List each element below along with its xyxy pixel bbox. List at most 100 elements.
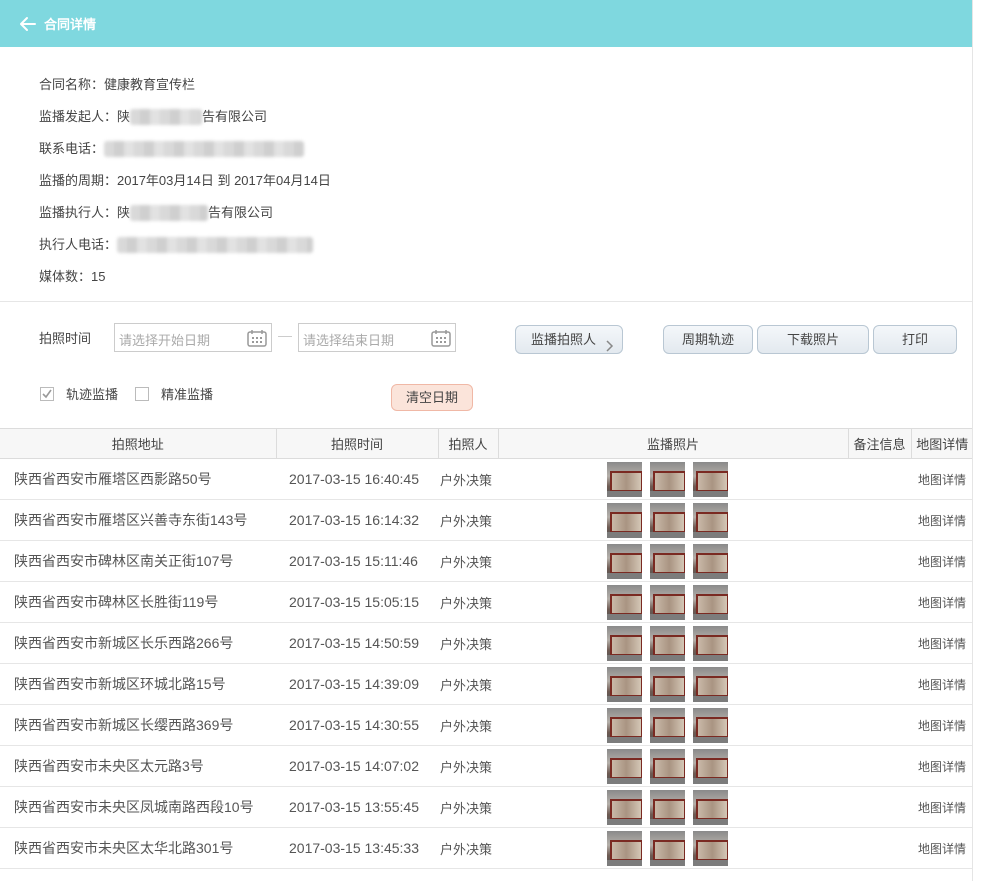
photo-thumbnail[interactable]: [607, 543, 642, 579]
photo-thumbnail[interactable]: [693, 748, 728, 784]
monitor-photos: [498, 540, 848, 582]
map-detail-link[interactable]: 地图详情: [911, 786, 972, 828]
print-button[interactable]: 打印: [873, 325, 957, 354]
photo-thumbnail[interactable]: [607, 502, 642, 538]
date-range-separator: [278, 336, 292, 337]
track-monitor-label: 轨迹监播: [66, 387, 119, 402]
photographer-button-label: 监播拍照人: [531, 332, 597, 347]
photo-thumbnail[interactable]: [650, 461, 685, 497]
photo-thumbnail[interactable]: [607, 461, 642, 497]
photo-thumbnail[interactable]: [693, 584, 728, 620]
phone-label: 联系电话：: [39, 141, 105, 156]
redacted-block: [117, 237, 314, 253]
precise-monitor-label: 精准监播: [161, 387, 214, 402]
end-date-input[interactable]: 请选择结束日期: [298, 323, 456, 352]
photo-thumbnail[interactable]: [650, 666, 685, 702]
photo-thumbnail[interactable]: [693, 625, 728, 661]
monitor-photos: [498, 581, 848, 623]
clear-date-label: 清空日期: [405, 390, 458, 405]
executor-prefix: 监播执行人：陕: [39, 205, 131, 220]
photo-thumbnail[interactable]: [650, 707, 685, 743]
photo-thumbnail[interactable]: [650, 625, 685, 661]
track-monitor-checkbox[interactable]: 轨迹监播: [40, 384, 118, 403]
photo-thumbnail[interactable]: [693, 789, 728, 825]
remarks-cell: [848, 786, 911, 828]
photo-thumbnail[interactable]: [607, 830, 642, 866]
photo-address: 陕西省西安市碑林区长胜街119号: [0, 581, 276, 623]
photo-thumbnail[interactable]: [693, 543, 728, 579]
photo-thumbnail[interactable]: [693, 830, 728, 866]
filter-panel: 拍照时间 请选择开始日期 请选择结束日期 监播拍照人 周期轨迹 下载照片 打印 …: [0, 302, 972, 428]
checkbox-unchecked-icon[interactable]: [135, 386, 149, 401]
photo-thumbnail[interactable]: [607, 666, 642, 702]
executor-suffix: 告有限公司: [208, 205, 274, 220]
photo-time: 2017-03-15 14:07:02: [276, 745, 438, 787]
back-arrow-icon[interactable]: [18, 14, 38, 34]
executor-phone-row: 执行人电话：: [39, 233, 972, 265]
contract-detail-page: 合同详情 合同名称：健康教育宣传栏 监播发起人：陕 告有限公司 联系电话： 监播…: [0, 0, 973, 881]
photo-thumbnail[interactable]: [650, 584, 685, 620]
photo-time: 2017-03-15 14:30:55: [276, 704, 438, 746]
photo-thumbnail[interactable]: [607, 789, 642, 825]
photographer: 户外决策: [438, 458, 498, 500]
photo-thumbnail[interactable]: [607, 584, 642, 620]
media-count-row: 媒体数：15: [39, 265, 972, 297]
period-track-button[interactable]: 周期轨迹: [663, 325, 753, 354]
table-row: 陕西省西安市未央区太元路3号 2017-03-15 14:07:02 户外决策 地图详…: [0, 745, 972, 787]
photo-thumbnail[interactable]: [650, 830, 685, 866]
photo-thumbnail[interactable]: [693, 461, 728, 497]
photo-time-label: 拍照时间: [39, 331, 92, 346]
map-detail-link[interactable]: 地图详情: [911, 827, 972, 869]
download-photos-button[interactable]: 下载照片: [757, 325, 869, 354]
photo-thumbnail[interactable]: [650, 502, 685, 538]
photo-thumbnail[interactable]: [650, 748, 685, 784]
photo-thumbnail[interactable]: [607, 748, 642, 784]
table-row: 陕西省西安市碑林区长胜街119号 2017-03-15 15:05:15 户外决策 地…: [0, 581, 972, 623]
photo-thumbnail[interactable]: [607, 707, 642, 743]
map-detail-link[interactable]: 地图详情: [911, 663, 972, 705]
map-detail-link[interactable]: 地图详情: [911, 581, 972, 623]
monitor-photos: [498, 663, 848, 705]
checkbox-checked-icon[interactable]: [40, 386, 54, 401]
monitor-photos: [498, 622, 848, 664]
photographer: 户外决策: [438, 663, 498, 705]
table-row: 陕西省西安市雁塔区兴善寺东街143号 2017-03-15 16:14:32 户外决…: [0, 499, 972, 541]
precise-monitor-checkbox[interactable]: 精准监播: [135, 384, 213, 403]
period-text: 监播的周期：2017年03月14日 到 2017年04月14日: [39, 173, 331, 188]
clear-date-button[interactable]: 清空日期: [391, 384, 473, 411]
map-detail-link[interactable]: 地图详情: [911, 458, 972, 500]
photo-time: 2017-03-15 15:05:15: [276, 581, 438, 623]
col-header-photos: 监播照片: [498, 428, 849, 459]
phone-row: 联系电话：: [39, 137, 972, 169]
photo-address: 陕西省西安市碑林区南关正街107号: [0, 540, 276, 582]
start-date-placeholder: 请选择开始日期: [119, 333, 211, 348]
calendar-icon[interactable]: [431, 329, 451, 350]
monitor-photos: [498, 458, 848, 500]
redacted-block: [130, 205, 209, 221]
photo-thumbnail[interactable]: [693, 502, 728, 538]
photo-thumbnail[interactable]: [693, 707, 728, 743]
photo-thumbnail[interactable]: [607, 625, 642, 661]
photo-thumbnail[interactable]: [693, 666, 728, 702]
map-detail-link[interactable]: 地图详情: [911, 622, 972, 664]
redacted-block: [130, 109, 203, 125]
remarks-cell: [848, 827, 911, 869]
map-detail-link[interactable]: 地图详情: [911, 704, 972, 746]
col-header-map: 地图详情: [911, 428, 972, 459]
executor-row: 监播执行人：陕 告有限公司: [39, 201, 972, 233]
calendar-icon[interactable]: [247, 329, 267, 350]
table-row: 陕西省西安市雁塔区西影路50号 2017-03-15 16:40:45 户外决策 地图…: [0, 458, 972, 500]
photographer: 户外决策: [438, 827, 498, 869]
map-detail-link[interactable]: 地图详情: [911, 745, 972, 787]
photographer-button[interactable]: 监播拍照人: [515, 325, 623, 354]
page-title: 合同详情: [44, 17, 97, 32]
photo-time: 2017-03-15 13:55:45: [276, 786, 438, 828]
col-header-time: 拍照时间: [276, 428, 439, 459]
remarks-cell: [848, 499, 911, 541]
monitor-photos: [498, 786, 848, 828]
start-date-input[interactable]: 请选择开始日期: [114, 323, 272, 352]
map-detail-link[interactable]: 地图详情: [911, 540, 972, 582]
map-detail-link[interactable]: 地图详情: [911, 499, 972, 541]
photo-thumbnail[interactable]: [650, 789, 685, 825]
photo-thumbnail[interactable]: [650, 543, 685, 579]
